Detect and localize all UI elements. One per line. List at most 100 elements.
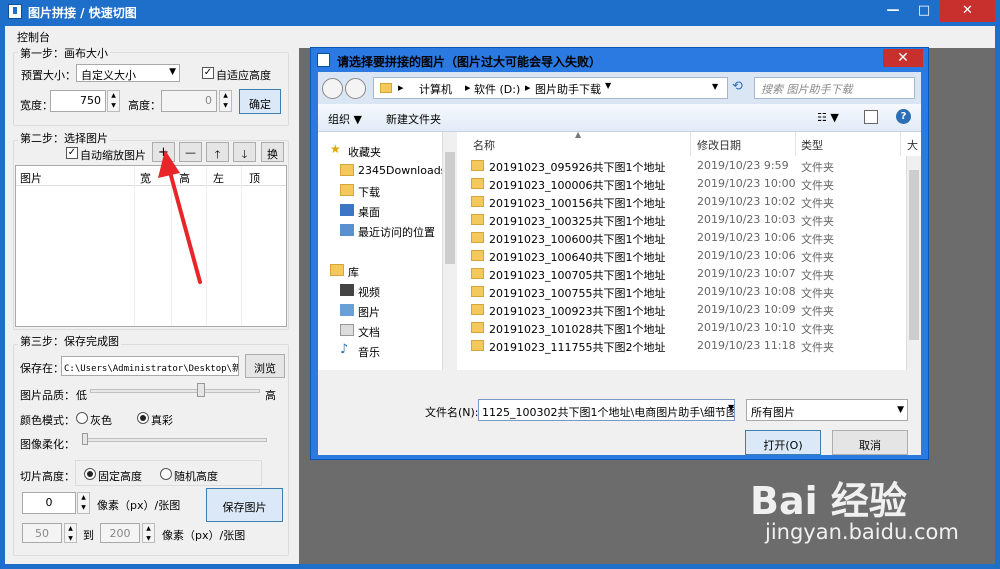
file-row[interactable]: 20191023_111755共下图2个地址 2019/10/23 11:18 文件…: [457, 337, 917, 355]
breadcrumb-sep-icon[interactable]: ▸: [465, 81, 471, 94]
col-width[interactable]: 宽: [140, 170, 151, 186]
address-bar[interactable]: ▸ 计算机 ▸ 软件 (D:) ▸ 图片助手下载 ▼ ▼: [373, 77, 728, 99]
nav-item-label: 2345Downloads: [358, 164, 447, 177]
file-rows: 20191023_095926共下图1个地址 2019/10/23 9:59 文件夹…: [457, 157, 917, 355]
slice-px-spinner[interactable]: ▲ ▼: [77, 492, 90, 514]
preset-size-select[interactable]: 自定义大小 ▼: [76, 64, 180, 82]
recent-places-icon: [340, 224, 354, 236]
filename-chevron-down-icon[interactable]: ▼: [728, 403, 734, 412]
main-titlebar: 图片拼接 / 快速切图 — □ ✕: [0, 0, 1000, 24]
file-row[interactable]: 20191023_100640共下图1个地址 2019/10/23 10:06 文件…: [457, 247, 917, 265]
remove-image-button[interactable]: —: [179, 142, 202, 162]
width-input[interactable]: 750: [50, 90, 106, 112]
col-height[interactable]: 高: [179, 170, 190, 186]
col-top[interactable]: 顶: [249, 170, 260, 186]
save-image-button[interactable]: 保存图片: [206, 488, 283, 522]
file-scroll-thumb[interactable]: [909, 170, 919, 340]
gray-radio[interactable]: [76, 412, 88, 424]
dialog-navbar: ▸ 计算机 ▸ 软件 (D:) ▸ 图片助手下载 ▼ ▼ ⟲ 搜索 图片助手下载: [318, 72, 921, 104]
range-from-spinner[interactable]: ▲ ▼: [64, 523, 77, 543]
file-row[interactable]: 20191023_100325共下图1个地址 2019/10/23 10:03 文件…: [457, 211, 917, 229]
add-image-button[interactable]: +: [152, 142, 175, 162]
file-row[interactable]: 20191023_100705共下图1个地址 2019/10/23 10:07 文件…: [457, 265, 917, 283]
range-unit: 像素（px）/张图: [162, 529, 246, 542]
new-folder-button[interactable]: 新建文件夹: [386, 111, 441, 127]
nav-library-label: 库: [348, 266, 359, 279]
back-button[interactable]: [322, 78, 343, 99]
history-chevron-down-icon[interactable]: ▼: [712, 82, 718, 91]
file-name: 20191023_100755共下图1个地址: [489, 287, 666, 300]
save-path-input[interactable]: C:\Users\Administrator\Desktop\新: [61, 356, 239, 376]
refresh-icon[interactable]: ⟲: [732, 79, 743, 94]
quality-slider-thumb[interactable]: [196, 383, 205, 397]
width-spinner[interactable]: ▲ ▼: [107, 90, 120, 112]
breadcrumb-folder[interactable]: 图片助手下载: [535, 81, 601, 97]
view-options-icon[interactable]: ☷ ▼: [817, 111, 839, 124]
col-left[interactable]: 左: [213, 170, 224, 186]
folder-icon: [471, 286, 484, 297]
quality-slider[interactable]: [90, 389, 260, 393]
file-row[interactable]: 20191023_095926共下图1个地址 2019/10/23 9:59 文件夹: [457, 157, 917, 175]
col-image[interactable]: 图片: [20, 170, 42, 186]
random-height-radio[interactable]: [160, 468, 172, 480]
file-row[interactable]: 20191023_101028共下图1个地址 2019/10/23 10:10 文件…: [457, 319, 917, 337]
search-input[interactable]: 搜索 图片助手下载: [754, 77, 915, 99]
download-folder-icon: [340, 184, 354, 196]
file-type-select[interactable]: 所有图片 ▼: [746, 399, 908, 421]
file-date: 2019/10/23 10:06: [697, 249, 796, 262]
auto-scale-checkbox[interactable]: ✓: [66, 147, 78, 159]
col-modified[interactable]: 修改日期: [697, 132, 741, 156]
range-from-input[interactable]: 50: [22, 523, 62, 543]
range-to-input[interactable]: 200: [100, 523, 140, 543]
height-spinner[interactable]: ▲ ▼: [219, 90, 232, 112]
browse-button[interactable]: 浏览: [245, 354, 285, 378]
swap-button[interactable]: 换: [261, 142, 284, 162]
breadcrumb-computer[interactable]: 计算机: [419, 81, 452, 97]
nav-item-label: 音乐: [358, 346, 380, 359]
breadcrumb-drive[interactable]: 软件 (D:): [474, 81, 520, 97]
range-to-label: 到: [83, 529, 94, 542]
breadcrumb-chevron-icon[interactable]: ▼: [605, 81, 611, 90]
col-name[interactable]: 名称: [473, 132, 495, 156]
navigation-pane: ★ 收藏夹 2345Downloads 下载 桌面 最近访问的位置 库 视频 图片…: [318, 132, 457, 370]
soften-slider[interactable]: [82, 438, 267, 442]
menu-console[interactable]: 控制台: [17, 29, 50, 45]
col-type[interactable]: 类型: [801, 132, 823, 156]
fixed-height-radio[interactable]: [84, 468, 96, 480]
chevron-down-icon: ▼: [897, 405, 904, 415]
help-icon[interactable]: ?: [896, 109, 911, 124]
nav-item-label: 最近访问的位置: [358, 226, 435, 239]
nav-scrollbar[interactable]: [442, 132, 457, 370]
breadcrumb-sep-icon[interactable]: ▸: [525, 81, 531, 94]
image-list-table[interactable]: 图片 宽 高 左 顶: [15, 165, 287, 327]
cancel-button[interactable]: 取消: [832, 430, 908, 455]
col-divider: [134, 166, 135, 326]
maximize-button[interactable]: □: [909, 0, 939, 22]
auto-height-checkbox[interactable]: ✓: [202, 67, 214, 79]
organize-menu[interactable]: 组织 ▼: [328, 111, 362, 127]
minimize-button[interactable]: —: [878, 0, 908, 22]
file-list-scrollbar[interactable]: [906, 156, 921, 370]
col-size[interactable]: 大: [907, 132, 921, 156]
preview-pane-icon[interactable]: [864, 110, 878, 124]
close-button[interactable]: ✕: [940, 0, 995, 22]
move-up-button[interactable]: 🡑: [206, 142, 229, 162]
col-divider: [171, 166, 172, 326]
file-row[interactable]: 20191023_100755共下图1个地址 2019/10/23 10:08 文件…: [457, 283, 917, 301]
forward-button[interactable]: [345, 78, 366, 99]
dialog-close-button[interactable]: ✕: [883, 49, 923, 67]
open-button[interactable]: 打开(O): [745, 430, 821, 455]
file-row[interactable]: 20191023_100600共下图1个地址 2019/10/23 10:06 文件…: [457, 229, 917, 247]
file-row[interactable]: 20191023_100006共下图1个地址 2019/10/23 10:00 文件…: [457, 175, 917, 193]
file-row[interactable]: 20191023_100923共下图1个地址 2019/10/23 10:09 文件…: [457, 301, 917, 319]
truecolor-radio[interactable]: [137, 412, 149, 424]
range-to-spinner[interactable]: ▲ ▼: [142, 523, 155, 543]
filename-input[interactable]: 1125_100302共下图1个地址\电商图片助手\细节图: [478, 399, 735, 421]
height-input[interactable]: 0: [161, 90, 217, 112]
move-down-button[interactable]: 🡓: [233, 142, 256, 162]
confirm-button[interactable]: 确定: [239, 89, 281, 114]
soften-slider-thumb[interactable]: [82, 433, 88, 445]
slice-px-input[interactable]: 0: [22, 492, 76, 514]
nav-scroll-thumb[interactable]: [445, 152, 455, 264]
file-row[interactable]: 20191023_100156共下图1个地址 2019/10/23 10:02 文件…: [457, 193, 917, 211]
